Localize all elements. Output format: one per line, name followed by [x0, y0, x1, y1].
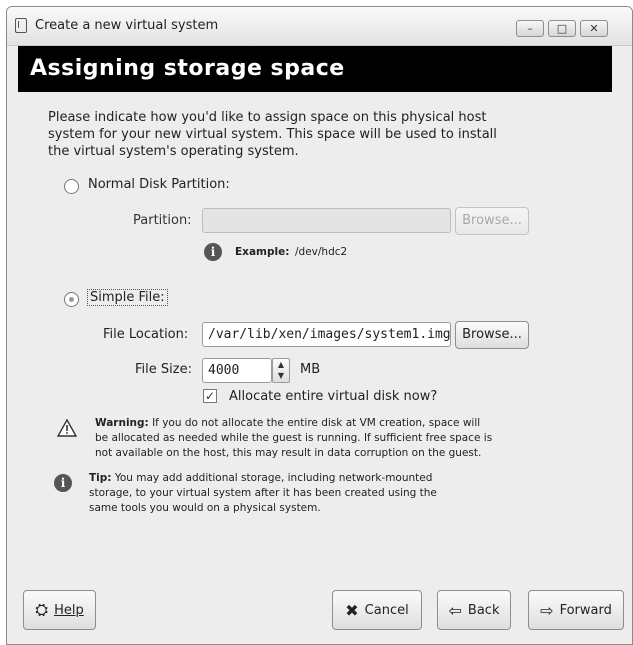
- window-title: Create a new virtual system: [35, 18, 219, 33]
- example-value: /dev/hdc2: [295, 246, 348, 258]
- left-arrow-icon: ⇦: [448, 600, 462, 620]
- right-arrow-icon: ⇨: [540, 600, 554, 620]
- warning-line-3: not available on the host, this may resu…: [95, 447, 482, 459]
- tip-info-icon: i: [54, 474, 72, 492]
- maximize-button[interactable]: □: [548, 20, 576, 37]
- tip-line-1: Tip: You may add additional storage, inc…: [89, 471, 432, 485]
- warning-line-1: Warning: If you do not allocate the enti…: [95, 416, 480, 430]
- close-button[interactable]: ✕: [580, 20, 608, 37]
- file-location-label: File Location:: [103, 327, 189, 342]
- tip-text-1: You may add additional storage, includin…: [111, 472, 433, 484]
- partition-label: Partition:: [133, 213, 192, 228]
- tip-line-2: storage, to your virtual system after it…: [89, 487, 437, 499]
- partition-browse-button[interactable]: Browse...: [455, 207, 529, 235]
- forward-button[interactable]: ⇨ Forward: [528, 590, 624, 630]
- normal-disk-partition-label: Normal Disk Partition:: [88, 177, 230, 192]
- file-size-stepper[interactable]: ▲ ▼: [272, 358, 290, 383]
- partition-input[interactable]: [202, 208, 451, 233]
- allocate-label: Allocate entire virtual disk now?: [229, 389, 438, 404]
- simple-file-radio[interactable]: [64, 292, 79, 307]
- simple-file-label: Simple File:: [87, 289, 168, 306]
- intro-text: Please indicate how you'd like to assign…: [48, 110, 497, 159]
- warning-line-2: be allocated as needed while the guest i…: [95, 432, 493, 444]
- tip-bold: Tip:: [89, 472, 112, 484]
- app-icon: [15, 18, 27, 33]
- lifebuoy-icon: ⛭: [35, 600, 49, 619]
- warning-icon: [57, 419, 77, 437]
- file-size-unit: MB: [300, 362, 321, 377]
- x-icon: ✖: [345, 600, 359, 620]
- help-button[interactable]: ⛭ Help: [23, 590, 96, 630]
- back-button[interactable]: ⇦ Back: [437, 590, 511, 630]
- normal-disk-partition-radio[interactable]: [64, 179, 79, 194]
- tip-line-3: same tools you would on a physical syste…: [89, 502, 321, 514]
- page-banner: Assigning storage space: [18, 46, 612, 92]
- help-label: Help: [54, 602, 84, 618]
- back-label: Back: [467, 602, 500, 618]
- file-location-input[interactable]: /var/lib/xen/images/system1.img: [202, 322, 451, 347]
- title-bar[interactable]: Create a new virtual system – □ ✕: [7, 7, 632, 46]
- file-size-label: File Size:: [135, 362, 192, 377]
- example-label: Example:: [235, 246, 290, 258]
- info-icon: i: [204, 243, 222, 261]
- file-size-input[interactable]: 4000: [202, 358, 272, 383]
- cancel-label: Cancel: [364, 602, 409, 618]
- cancel-button[interactable]: ✖ Cancel: [332, 590, 422, 630]
- file-location-browse-button[interactable]: Browse...: [455, 321, 529, 349]
- forward-label: Forward: [559, 602, 612, 618]
- minimize-button[interactable]: –: [516, 20, 544, 37]
- allocate-checkbox[interactable]: ✓: [203, 389, 217, 403]
- warning-text-1: If you do not allocate the entire disk a…: [148, 417, 481, 429]
- warning-bold: Warning:: [95, 417, 149, 429]
